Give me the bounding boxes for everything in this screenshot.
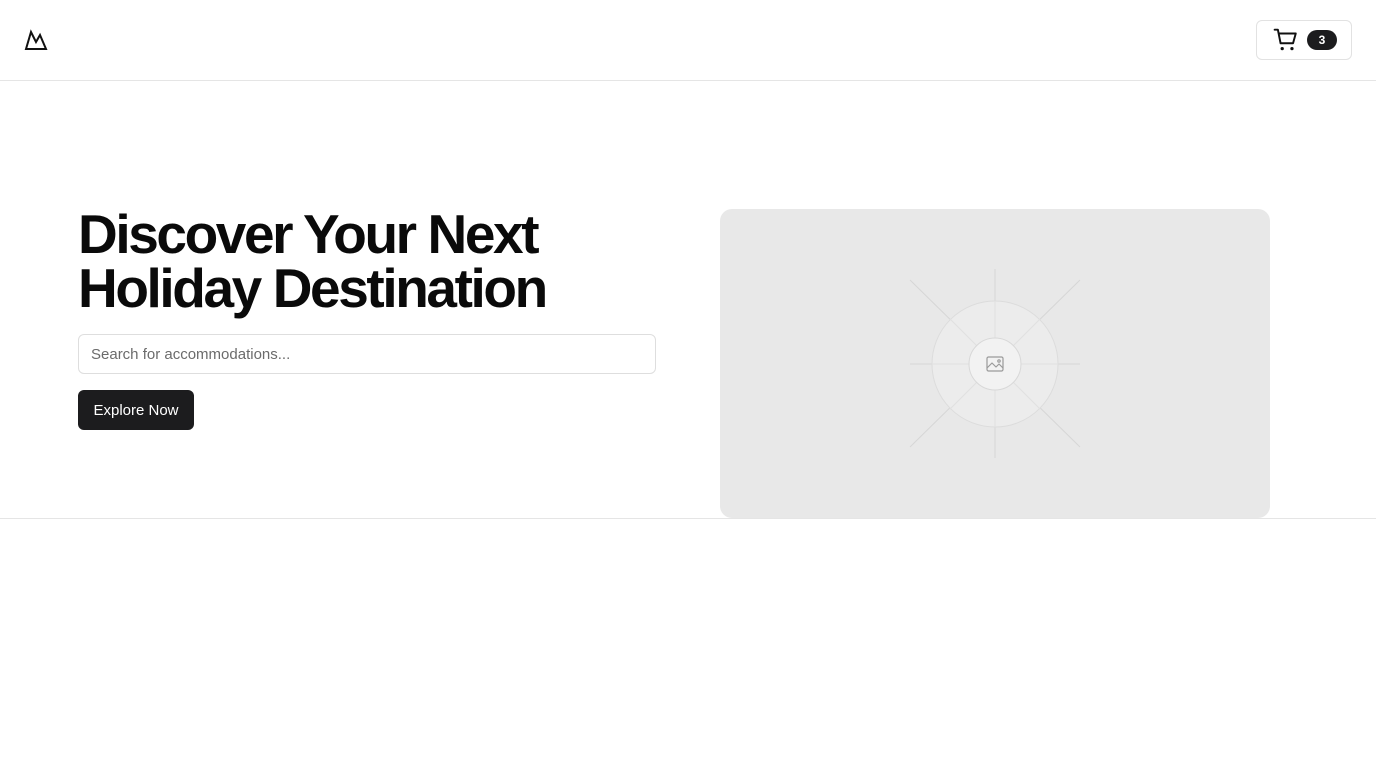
mountain-logo-icon[interactable] [24, 29, 48, 51]
explore-now-button[interactable]: Explore Now [78, 390, 194, 430]
image-placeholder-icon [909, 269, 1081, 458]
site-header: 3 [0, 0, 1376, 81]
hero-title: Discover Your Next Holiday Destination [78, 203, 548, 319]
cart-button[interactable]: 3 [1256, 20, 1352, 60]
search-input[interactable] [78, 334, 656, 374]
cart-count-badge: 3 [1307, 30, 1337, 50]
hero-section: Discover Your Next Holiday Destination E… [0, 81, 1376, 519]
hero-image-placeholder [720, 209, 1270, 518]
shopping-cart-icon [1273, 28, 1297, 51]
